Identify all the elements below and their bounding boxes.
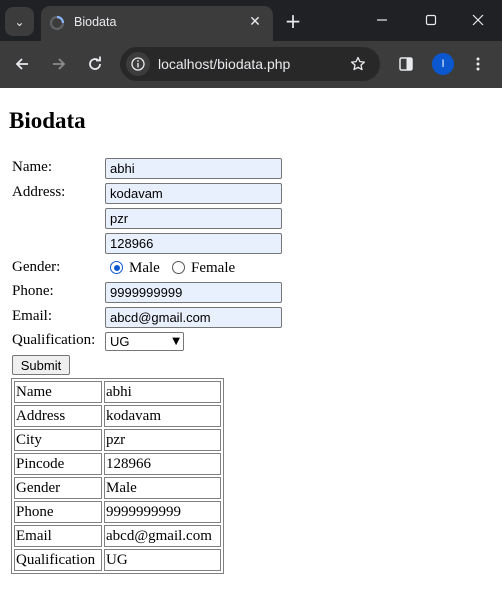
address-input-line3[interactable]: 128966	[105, 233, 282, 254]
email-input[interactable]: abcd@gmail.com	[105, 307, 282, 328]
gender-female-label: Female	[191, 260, 236, 276]
result-table: Name abhi Address kodavam City pzr Pinco…	[11, 378, 224, 574]
address-input-line2[interactable]: pzr	[105, 208, 282, 229]
table-key-cell: Qualification	[14, 549, 102, 571]
page-content: Biodata Name: abhi Address: kodavam pzr …	[1, 88, 501, 588]
qualification-selected-value: UG	[110, 334, 130, 349]
table-key-cell: Gender	[14, 477, 102, 499]
table-row: City pzr	[14, 429, 221, 451]
tab-close-icon[interactable]: ✕	[245, 12, 265, 32]
table-key-cell: Address	[14, 405, 102, 427]
maximize-icon[interactable]	[411, 5, 451, 35]
table-row: Address kodavam	[14, 405, 221, 427]
table-value-cell: pzr	[104, 429, 221, 451]
browser-tab[interactable]: Biodata ✕	[41, 6, 273, 41]
gender-label: Gender:	[12, 259, 61, 275]
back-arrow-icon[interactable]	[10, 52, 34, 76]
chevron-down-icon: ▼	[172, 336, 180, 347]
browser-toolbar: localhost/biodata.php I	[0, 41, 502, 88]
phone-label: Phone:	[12, 283, 54, 299]
address-bar[interactable]: localhost/biodata.php	[120, 47, 380, 81]
url-text[interactable]: localhost/biodata.php	[158, 56, 290, 72]
minimize-icon[interactable]	[362, 5, 402, 35]
gender-male-label: Male	[129, 260, 160, 276]
table-key-cell: City	[14, 429, 102, 451]
close-window-icon[interactable]	[458, 5, 498, 35]
qualification-select[interactable]: UG ▼	[105, 332, 184, 351]
new-tab-icon[interactable]: +	[281, 9, 305, 33]
site-info-icon[interactable]	[126, 52, 150, 76]
tab-search-icon[interactable]: ⌄	[5, 7, 34, 36]
phone-input[interactable]: 9999999999	[105, 282, 282, 303]
table-value-cell: abhi	[104, 381, 221, 403]
name-label: Name:	[12, 159, 52, 175]
table-key-cell: Phone	[14, 501, 102, 523]
table-value-cell: kodavam	[104, 405, 221, 427]
table-value-cell: abcd@gmail.com	[104, 525, 221, 547]
email-label: Email:	[12, 308, 52, 324]
reload-icon[interactable]	[83, 52, 107, 76]
table-value-cell: Male	[104, 477, 221, 499]
tab-title: Biodata	[74, 15, 117, 29]
address-label: Address:	[12, 184, 66, 200]
kebab-menu-icon[interactable]	[466, 52, 490, 76]
side-panel-icon[interactable]	[394, 52, 418, 76]
gender-female-radio[interactable]	[172, 261, 185, 274]
table-row: Phone 9999999999	[14, 501, 221, 523]
loading-favicon-icon	[49, 15, 65, 31]
table-value-cell: 128966	[104, 453, 221, 475]
submit-button[interactable]: Submit	[12, 355, 70, 375]
table-row: Qualification UG	[14, 549, 221, 571]
page-title: Biodata	[9, 108, 86, 133]
table-row: Name abhi	[14, 381, 221, 403]
profile-avatar[interactable]: I	[432, 53, 454, 75]
table-key-cell: Name	[14, 381, 102, 403]
address-input-line1[interactable]: kodavam	[105, 183, 282, 204]
name-input[interactable]: abhi	[105, 158, 282, 179]
table-value-cell: 9999999999	[104, 501, 221, 523]
tab-bar: ⌄ Biodata ✕ +	[0, 0, 502, 41]
table-row: Pincode 128966	[14, 453, 221, 475]
table-key-cell: Pincode	[14, 453, 102, 475]
table-value-cell: UG	[104, 549, 221, 571]
table-row: Email abcd@gmail.com	[14, 525, 221, 547]
table-key-cell: Email	[14, 525, 102, 547]
forward-arrow-icon[interactable]	[47, 52, 71, 76]
gender-male-radio[interactable]	[110, 261, 123, 274]
qualification-label: Qualification:	[12, 332, 96, 348]
bookmark-star-icon[interactable]	[346, 52, 370, 76]
table-row: Gender Male	[14, 477, 221, 499]
